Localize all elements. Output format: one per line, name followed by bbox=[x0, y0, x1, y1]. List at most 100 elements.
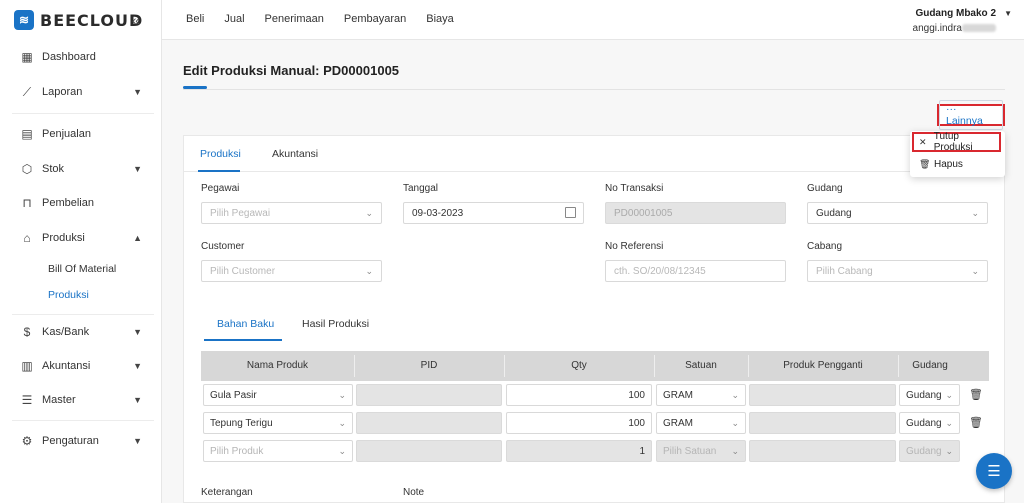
company-name[interactable]: Gudang Mbako 2 bbox=[915, 8, 996, 19]
chevron-down-icon: ⌄ bbox=[338, 390, 346, 400]
satuan-select[interactable]: GRAM ⌄ bbox=[656, 412, 746, 434]
more-button-label: ··· Lainnya bbox=[939, 100, 1003, 130]
sidebar-item-pengaturan[interactable]: ⚙ Pengaturan ▼ bbox=[0, 427, 162, 455]
nav-penerimaan[interactable]: Penerimaan bbox=[265, 13, 324, 25]
sidebar: ≋ BEECLOUD « ▦ Dashboard ⟋ Laporan ▼ ▤ P… bbox=[0, 0, 162, 503]
chevron-down-icon: ⌄ bbox=[338, 446, 346, 456]
satuan-select[interactable]: GRAM ⌄ bbox=[656, 384, 746, 406]
gudang-row-select: Gudang ⌄ bbox=[899, 440, 960, 462]
cabang-select[interactable]: Pilih Cabang ⌄ bbox=[807, 260, 988, 282]
qty-value: 100 bbox=[628, 389, 645, 401]
col-satuan: Satuan bbox=[685, 360, 717, 371]
chevron-down-icon: ▼ bbox=[133, 164, 142, 174]
sidebar-item-akuntansi[interactable]: ▥ Akuntansi ▼ bbox=[0, 352, 162, 380]
pid-field bbox=[356, 412, 502, 434]
tab-bar: Produksi Akuntansi bbox=[184, 136, 1004, 172]
factory-icon: ⌂ bbox=[23, 231, 31, 245]
produk-pengganti-field bbox=[749, 384, 896, 406]
sidebar-item-laporan[interactable]: ⟋ Laporan ▼ bbox=[0, 78, 162, 106]
sidebar-item-dashboard[interactable]: ▦ Dashboard bbox=[0, 43, 162, 71]
nav-jual[interactable]: Jual bbox=[224, 13, 244, 25]
gudang-row-select[interactable]: Gudang ⌄ bbox=[899, 412, 960, 434]
page-title: Edit Produksi Manual: PD00001005 bbox=[183, 63, 400, 78]
collapse-sidebar-icon[interactable]: « bbox=[132, 12, 140, 28]
beecloud-logo-icon: ≋ bbox=[14, 10, 34, 30]
dollar-icon: $ bbox=[23, 325, 31, 339]
user-name: anggi.indra bbox=[912, 23, 962, 34]
sidebar-item-stok[interactable]: ⬡ Stok ▼ bbox=[0, 155, 162, 183]
chat-support-button[interactable]: ☰ bbox=[976, 453, 1012, 489]
chevron-down-icon: ▼ bbox=[133, 87, 142, 97]
delete-row-icon[interactable]: 🗑 bbox=[969, 416, 983, 429]
sidebar-subitem-produksi[interactable]: Produksi bbox=[48, 289, 89, 301]
chevron-down-icon: ⌄ bbox=[365, 208, 373, 218]
close-icon: ✕ bbox=[919, 136, 927, 147]
produk-pengganti-field bbox=[749, 412, 896, 434]
delete-row-icon[interactable]: 🗑 bbox=[969, 388, 983, 401]
tab-produksi[interactable]: Produksi bbox=[200, 148, 241, 160]
table-header: Nama Produk PID Qty Satuan Produk Pengga… bbox=[201, 351, 989, 381]
tab-akuntansi[interactable]: Akuntansi bbox=[272, 148, 318, 160]
customer-select[interactable]: Pilih Customer ⌄ bbox=[201, 260, 382, 282]
produk-select[interactable]: Pilih Produk ⌄ bbox=[203, 440, 353, 462]
cabang-placeholder: Pilih Cabang bbox=[816, 265, 873, 277]
sidebar-item-kas-bank[interactable]: $ Kas/Bank ▼ bbox=[0, 318, 162, 346]
satuan-select: Pilih Satuan ⌄ bbox=[656, 440, 746, 462]
topbar: Beli Jual Penerimaan Pembayaran Biaya Gu… bbox=[162, 0, 1024, 40]
sidebar-item-label: Pembelian bbox=[42, 197, 94, 209]
sidebar-subitem-bill-of-material[interactable]: Bill Of Material bbox=[48, 263, 116, 275]
calendar-icon[interactable] bbox=[565, 207, 576, 218]
chevron-down-icon: ⌄ bbox=[338, 418, 346, 428]
no-transaksi-value: PD00001005 bbox=[614, 207, 673, 219]
produk-select[interactable]: Gula Pasir ⌄ bbox=[203, 384, 353, 406]
subtab-bahan-baku[interactable]: Bahan Baku bbox=[217, 318, 274, 330]
qty-input[interactable]: 100 bbox=[506, 384, 652, 406]
subtab-hasil-produksi[interactable]: Hasil Produksi bbox=[302, 318, 369, 330]
tanggal-datepicker[interactable]: 09-03-2023 bbox=[403, 202, 584, 224]
nav-pembayaran[interactable]: Pembayaran bbox=[344, 13, 406, 25]
satuan-value: GRAM bbox=[663, 417, 693, 429]
gudang-row-value: Gudang bbox=[906, 417, 942, 429]
gear-icon: ⚙ bbox=[21, 434, 33, 448]
keterangan-label: Keterangan bbox=[201, 487, 253, 498]
qty-input[interactable]: 100 bbox=[506, 412, 652, 434]
active-subtab-indicator bbox=[204, 339, 282, 341]
sidebar-item-penjualan[interactable]: ▤ Penjualan bbox=[0, 120, 162, 148]
sidebar-item-master[interactable]: ☰ Master ▼ bbox=[0, 386, 162, 414]
sidebar-item-pembelian[interactable]: ⊓ Pembelian bbox=[0, 189, 162, 217]
user-email: anggi.indra bbox=[913, 23, 996, 34]
gudang-select[interactable]: Gudang ⌄ bbox=[807, 202, 988, 224]
database-icon: ☰ bbox=[21, 393, 33, 407]
logo[interactable]: ≋ BEECLOUD bbox=[14, 10, 143, 30]
produk-placeholder: Pilih Produk bbox=[210, 445, 264, 457]
title-accent bbox=[183, 86, 207, 89]
chevron-down-icon[interactable]: ▼ bbox=[1004, 9, 1012, 18]
divider bbox=[12, 420, 154, 421]
menu-item-hapus[interactable]: 🗑 Hapus bbox=[910, 154, 1005, 174]
produk-select[interactable]: Tepung Terigu ⌄ bbox=[203, 412, 353, 434]
divider bbox=[12, 113, 154, 114]
gudang-row-value: Gudang bbox=[906, 445, 942, 457]
chat-icon: ☰ bbox=[987, 463, 1001, 480]
chevron-down-icon: ⌄ bbox=[971, 208, 979, 218]
menu-item-tutup-produksi[interactable]: ✕ Tutup Produksi bbox=[912, 131, 1001, 153]
col-qty: Qty bbox=[571, 360, 587, 371]
produk-value: Gula Pasir bbox=[210, 389, 257, 401]
nav-biaya[interactable]: Biaya bbox=[426, 13, 454, 25]
cabang-label: Cabang bbox=[807, 241, 843, 252]
qty-value: 100 bbox=[628, 417, 645, 429]
pegawai-select[interactable]: Pilih Pegawai ⌄ bbox=[201, 202, 382, 224]
chevron-down-icon: ▼ bbox=[133, 436, 142, 446]
nav-beli[interactable]: Beli bbox=[186, 13, 204, 25]
gudang-row-select[interactable]: Gudang ⌄ bbox=[899, 384, 960, 406]
no-referensi-placeholder: cth. SO/20/08/12345 bbox=[614, 265, 706, 277]
col-gudang: Gudang bbox=[912, 360, 948, 371]
no-referensi-input[interactable]: cth. SO/20/08/12345 bbox=[605, 260, 786, 282]
top-nav: Beli Jual Penerimaan Pembayaran Biaya bbox=[186, 13, 454, 25]
sidebar-item-label: Akuntansi bbox=[42, 360, 91, 372]
produk-pengganti-field bbox=[749, 440, 896, 462]
more-button[interactable]: ··· Lainnya bbox=[937, 100, 1005, 130]
chevron-down-icon: ⌄ bbox=[971, 266, 979, 276]
gudang-value: Gudang bbox=[816, 207, 852, 219]
sidebar-item-produksi[interactable]: ⌂ Produksi ▲ bbox=[0, 224, 162, 252]
